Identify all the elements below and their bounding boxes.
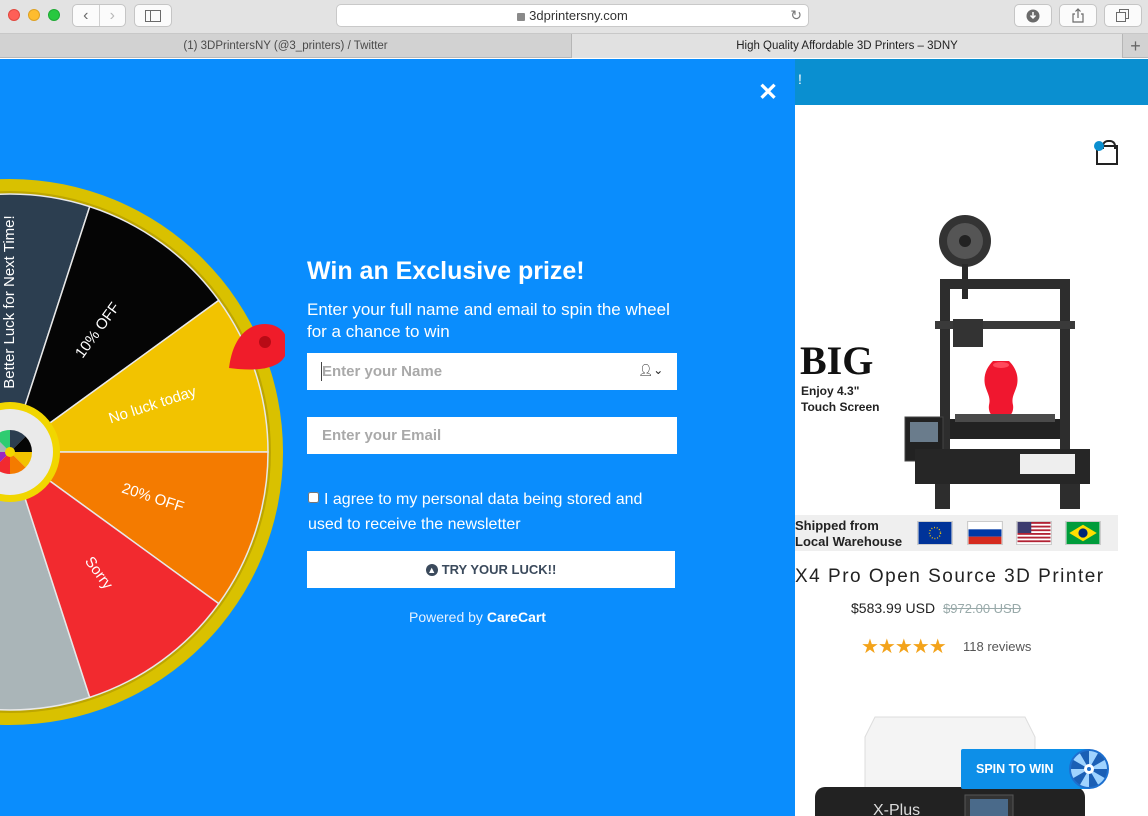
url-text: 3dprintersny.com (529, 8, 628, 23)
lock-icon (517, 12, 526, 21)
share-button[interactable] (1059, 4, 1097, 27)
russia-flag-icon (967, 521, 1003, 545)
navigation-buttons: ‹ › (72, 4, 126, 27)
tab-title: High Quality Affordable 3D Printers – 3D… (736, 40, 958, 52)
shipping-band: Shipped from Local Warehouse (795, 515, 1118, 551)
popup-title: Win an Exclusive prize! (307, 257, 585, 285)
consent-checkbox-row[interactable]: I agree to my personal data being stored… (308, 487, 678, 537)
chevron-left-icon: ‹ (83, 6, 89, 24)
consent-label: I agree to my personal data being stored… (308, 491, 643, 533)
rating-stars: ★★★★★ (861, 636, 947, 658)
tabs-overview-button[interactable] (1104, 4, 1142, 27)
3d-printer-image (904, 215, 1090, 509)
tabs-icon (1116, 9, 1129, 22)
brazil-flag-icon (1065, 521, 1101, 545)
hub-center (5, 447, 15, 457)
prize-wheel: Better Luck for Next Time! 10% OFFNo luck… (0, 179, 285, 725)
try-button-label: TRY YOUR LUCK!! (441, 562, 557, 577)
review-count[interactable]: 118 reviews (963, 639, 1031, 654)
close-popup-button[interactable]: ✕ (758, 81, 778, 105)
chevron-right-icon: › (109, 6, 115, 24)
back-button[interactable]: ‹ (73, 5, 99, 26)
forward-button[interactable]: › (98, 5, 126, 26)
tab-bar: (1) 3DPrintersNY (@3_printers) / Twitter… (0, 34, 1148, 58)
fullscreen-window-button[interactable] (48, 9, 60, 21)
new-tab-button[interactable]: + (1122, 34, 1148, 58)
sidebar-button[interactable] (134, 4, 172, 27)
plus-icon: + (1130, 35, 1141, 56)
try-your-luck-button[interactable]: ▲ TRY YOUR LUCK!! (307, 551, 675, 588)
popup-subtitle: Enter your full name and email to spin t… (307, 300, 670, 341)
spin-button-label: SPIN TO WIN (976, 762, 1054, 776)
cart-count-badge (1094, 141, 1104, 151)
browser-toolbar: ‹ › 3dprintersny.com ↻ (0, 0, 1148, 34)
announcement-bar: ! (795, 59, 1148, 105)
arrow-up-circle-icon: ▲ (425, 563, 438, 576)
wheel-segment-label: Better Luck for Next Time! (1, 215, 18, 388)
email-input[interactable] (307, 417, 677, 454)
minimize-window-button[interactable] (28, 9, 40, 21)
sidebar-icon (145, 9, 161, 22)
tab-3dny[interactable]: High Quality Affordable 3D Printers – 3D… (572, 34, 1122, 58)
name-input[interactable] (307, 353, 677, 390)
address-bar[interactable]: 3dprintersny.com ↻ (336, 4, 809, 27)
mini-wheel-icon[interactable] (1068, 748, 1110, 790)
powered-by: Powered by CareCart (307, 609, 791, 625)
carecart-link[interactable]: CareCart (487, 609, 546, 625)
browser-window: ‹ › 3dprintersny.com ↻ (1) 3DPrintersNY … (0, 0, 1148, 816)
close-window-button[interactable] (8, 9, 20, 21)
compare-price: $972.00 USD (943, 601, 1022, 616)
announcement-text: ! (798, 71, 802, 87)
reload-icon[interactable]: ↻ (790, 7, 802, 24)
download-icon (1026, 9, 1040, 22)
price-row: $583.99 USD $972.00 USD (851, 600, 1021, 616)
banner-feature: Enjoy 4.3" Touch Screen (801, 384, 880, 414)
spin-wheel-popup: ✕ Better Luck for Next Time! 10% OFF No lu… (0, 59, 795, 816)
banner-headline: BIG (800, 338, 874, 383)
user-icon[interactable]: 👤︎⌄ (638, 363, 663, 377)
product-title[interactable]: X4 Pro Open Source 3D Printer (795, 566, 1105, 588)
tab-title: (1) 3DPrintersNY (@3_printers) / Twitter (183, 40, 388, 52)
text-cursor (321, 362, 322, 381)
shipping-text: Shipped from Local Warehouse (795, 518, 903, 549)
share-icon (1072, 8, 1084, 23)
close-icon: ✕ (758, 79, 779, 106)
web-page: ! BIG Enjoy 4.3" Touch Screen Shipped fr… (0, 59, 1148, 816)
sale-price: $583.99 USD (851, 600, 936, 616)
powered-prefix: Powered by (409, 609, 483, 625)
eu-flag-icon (917, 521, 953, 545)
tab-twitter[interactable]: (1) 3DPrintersNY (@3_printers) / Twitter (0, 34, 572, 58)
xplus-label: X-Plus (873, 802, 920, 816)
downloads-button[interactable] (1014, 4, 1052, 27)
usa-flag-icon (1016, 521, 1052, 545)
product-banner[interactable]: BIG Enjoy 4.3" Touch Screen Shipped from… (795, 209, 1118, 551)
consent-checkbox[interactable] (308, 492, 319, 504)
